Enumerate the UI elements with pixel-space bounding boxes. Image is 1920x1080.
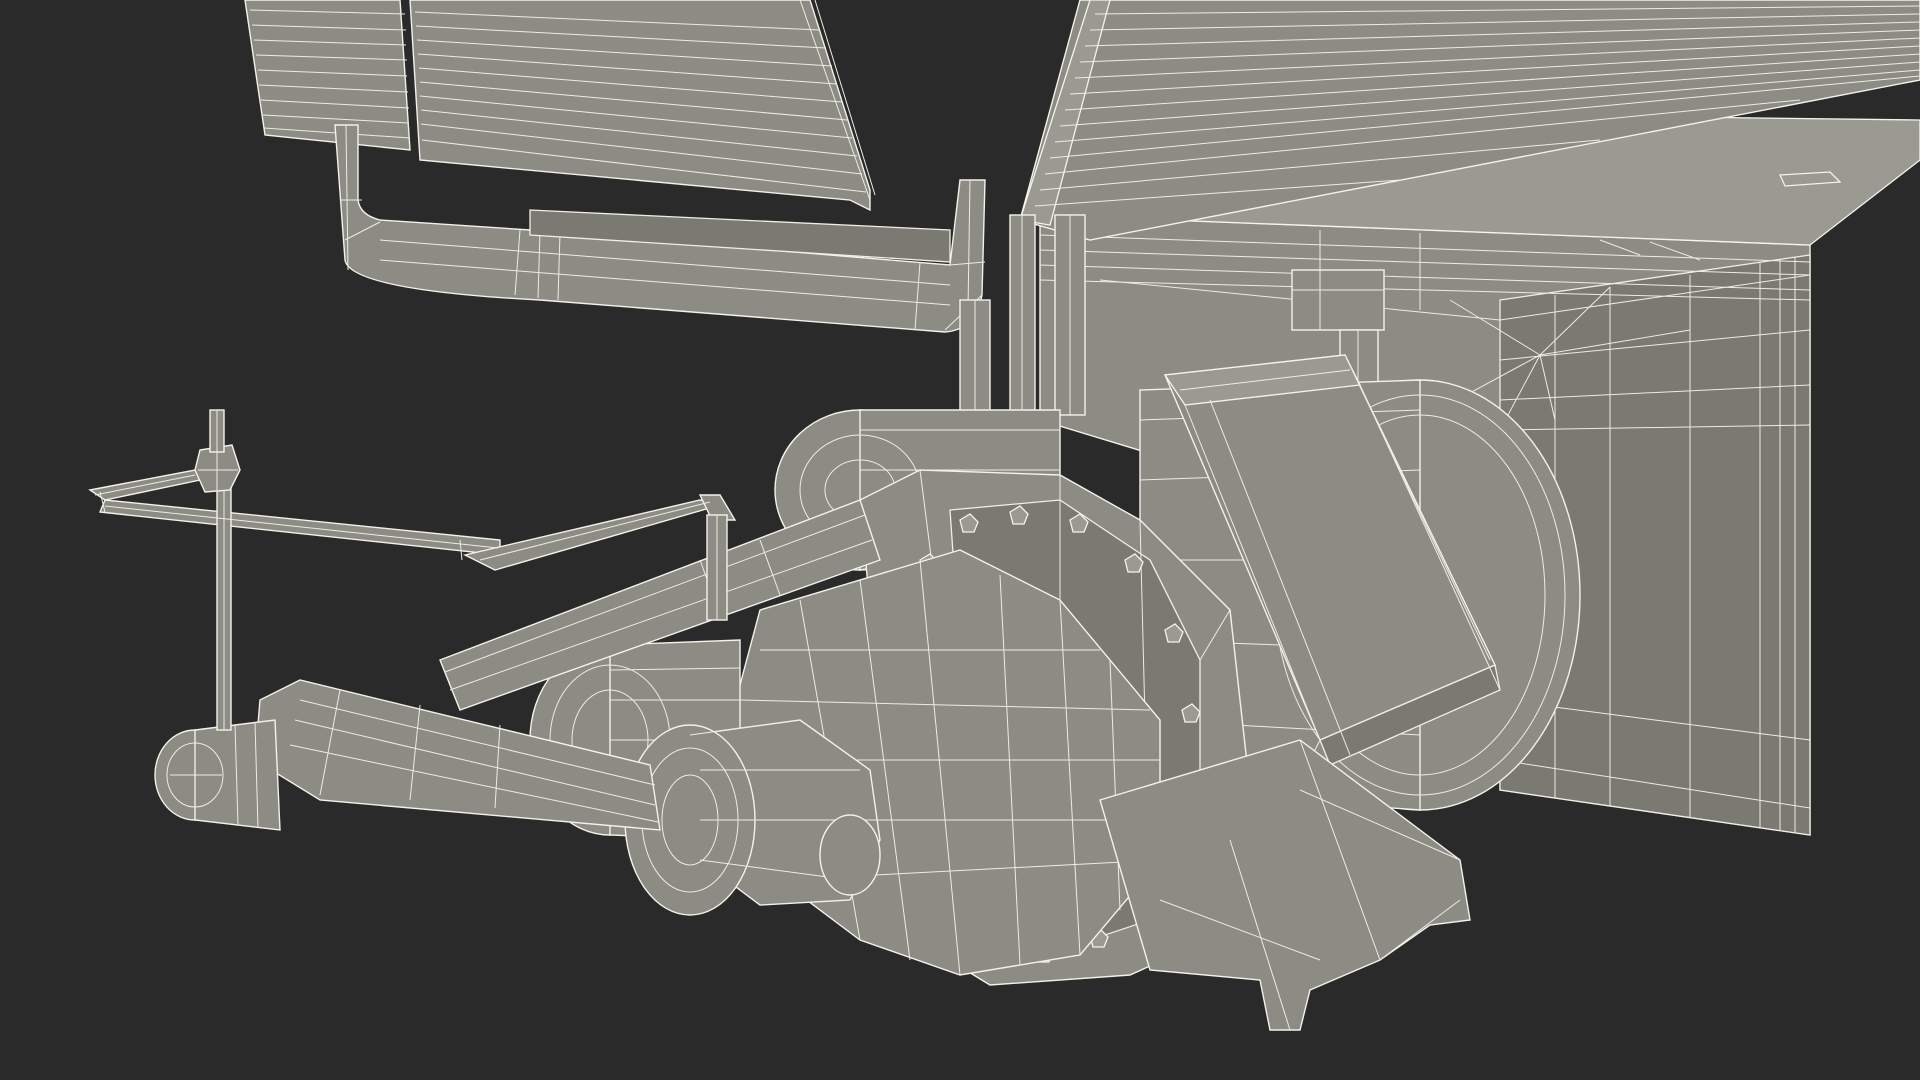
shaft-end <box>624 719 881 916</box>
shaft-nub <box>819 814 881 896</box>
render-viewport <box>0 0 1920 1080</box>
wireframe-scene <box>0 0 1920 1080</box>
